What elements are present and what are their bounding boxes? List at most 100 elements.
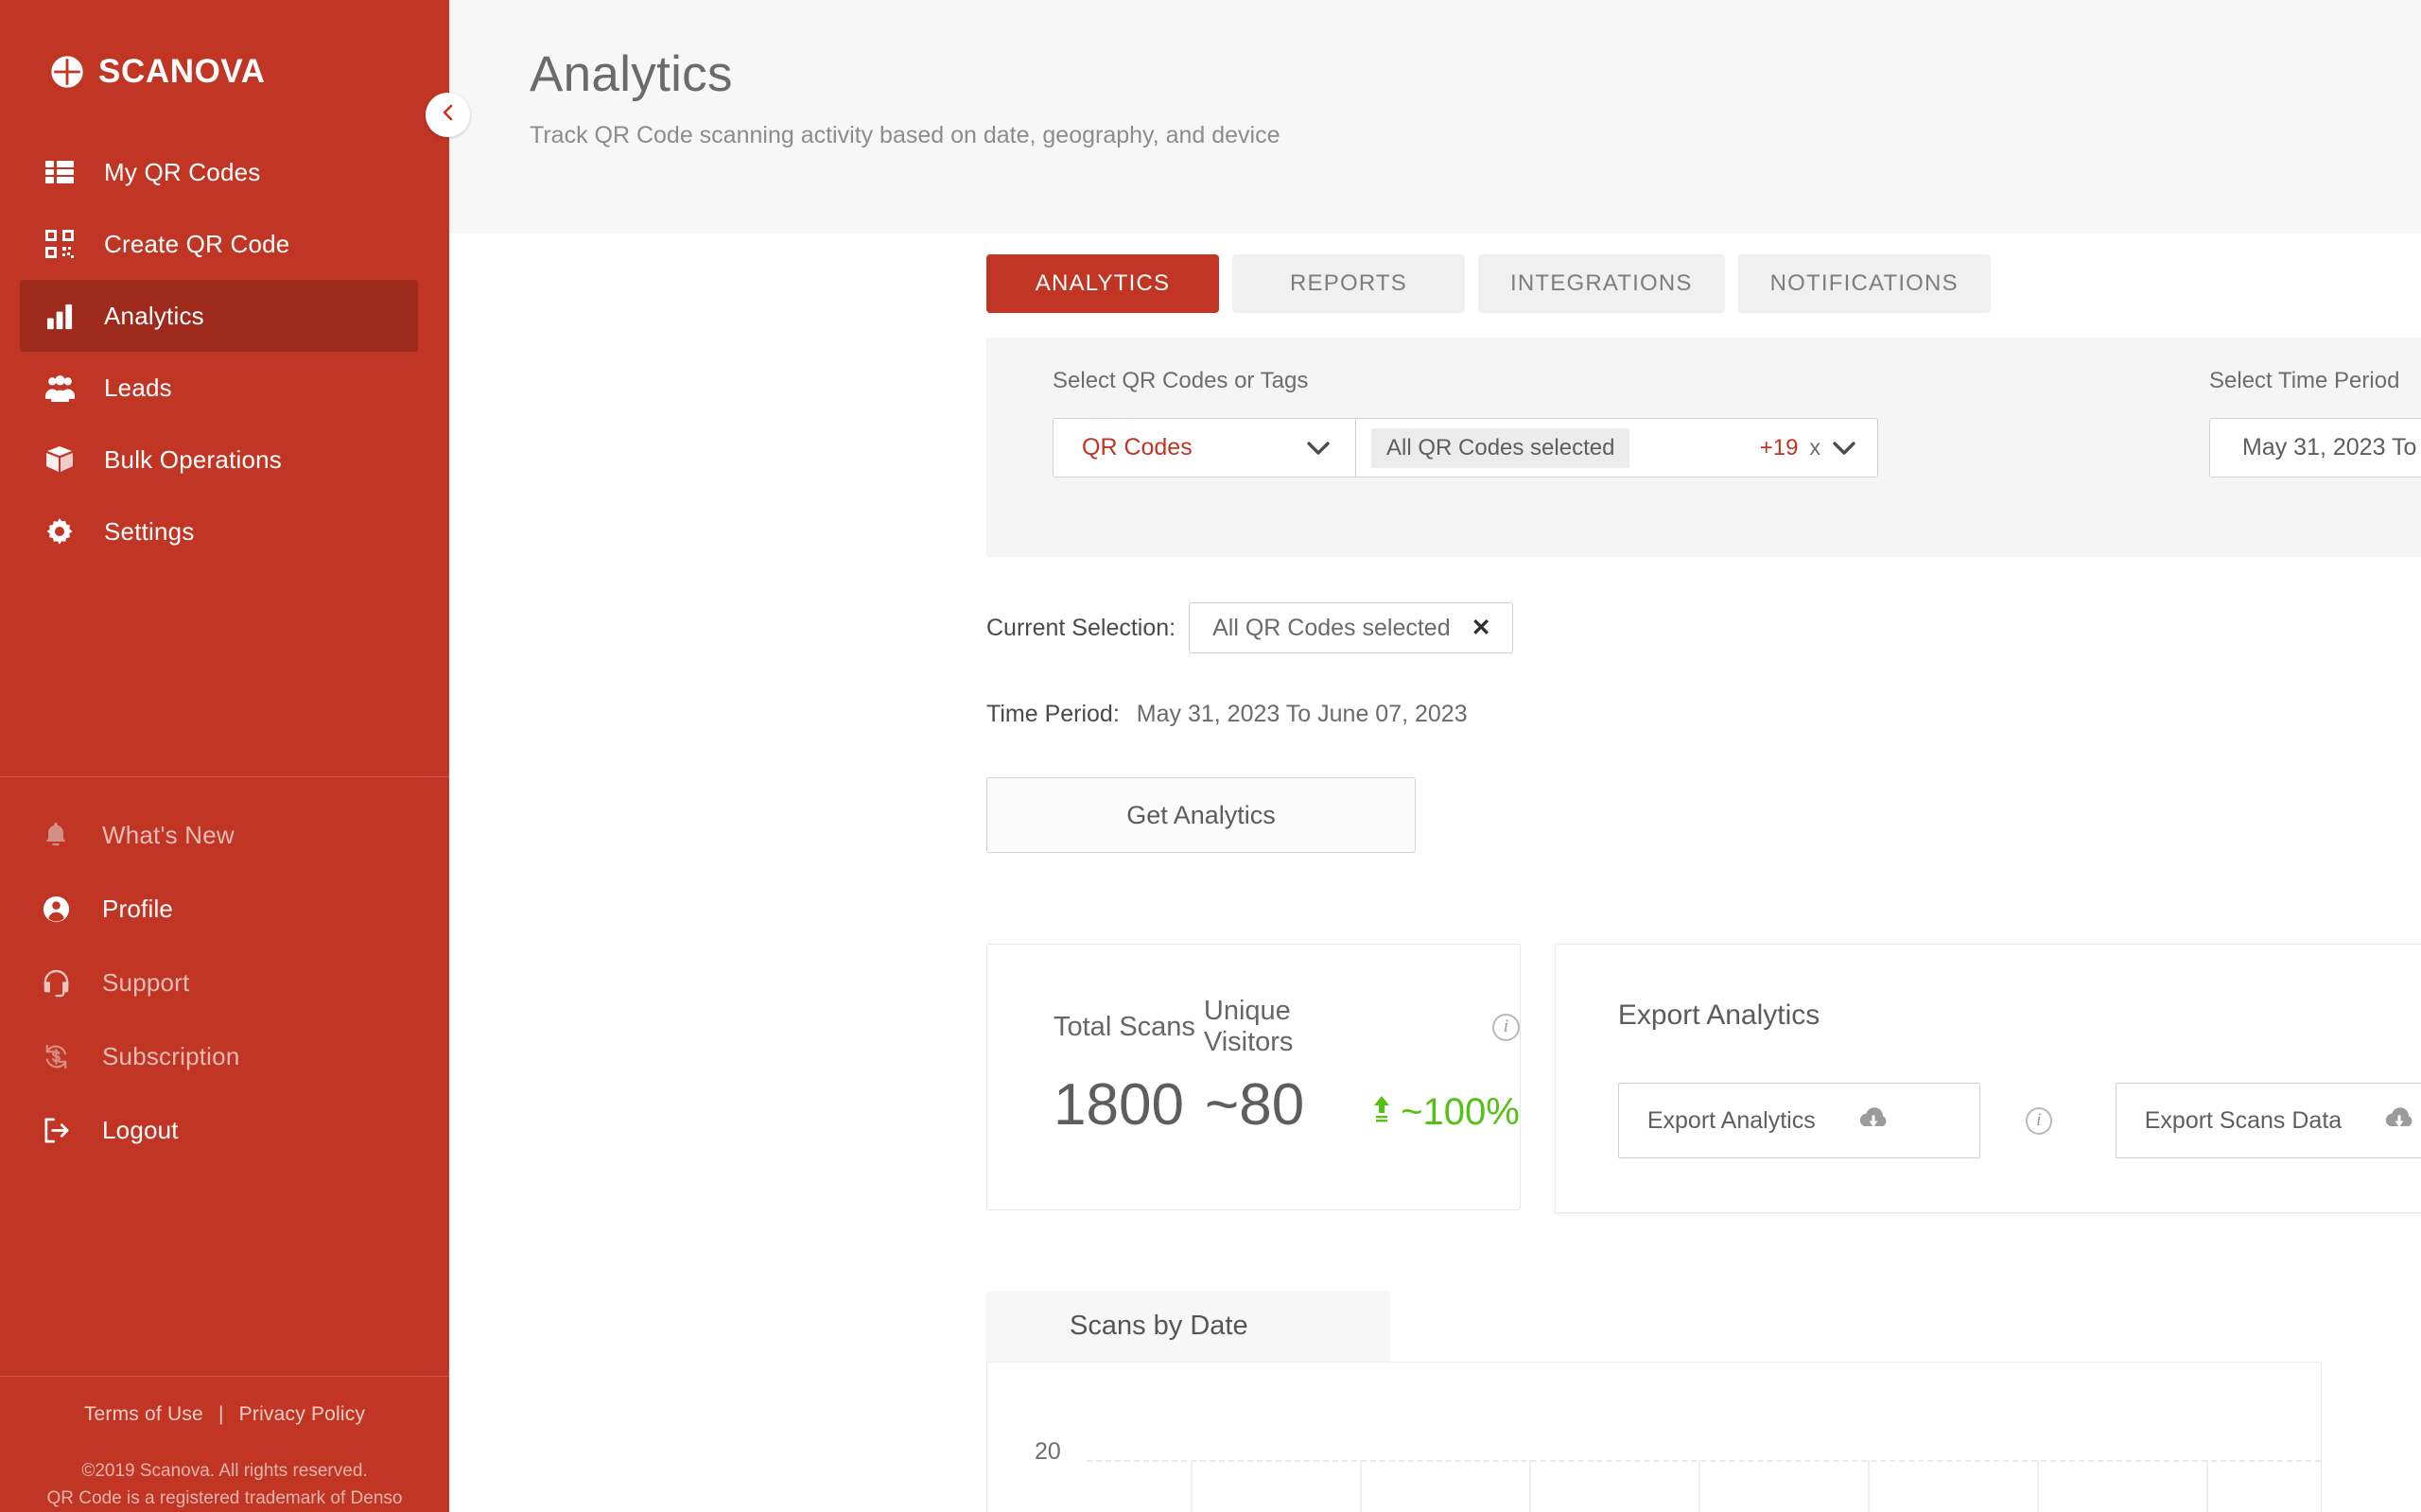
info-icon[interactable]: i [1492, 1013, 1520, 1041]
chevron-down-icon [1306, 441, 1331, 456]
chart-gridline-vertical [1698, 1460, 1700, 1512]
cloud-download-icon [2383, 1104, 2415, 1138]
brand-name: SCANOVA [98, 53, 266, 90]
scanova-target-icon [49, 54, 85, 90]
user-circle-icon [40, 893, 72, 925]
sidebar-item-logout[interactable]: Logout [0, 1093, 449, 1167]
trademark-line: QR Code is a registered trademark of Den… [46, 1487, 403, 1508]
footer-copyright: ©2019 Scanova. All rights reserved. QR C… [0, 1458, 449, 1512]
sidebar-item-label: My QR Codes [104, 157, 261, 186]
tab-reports[interactable]: REPORTS [1232, 254, 1465, 313]
privacy-policy-link[interactable]: Privacy Policy [239, 1403, 366, 1425]
scans-by-date-section: Scans by Date 20 [986, 1291, 2421, 1512]
sidebar-item-leads[interactable]: Leads [0, 352, 449, 424]
copyright-line: ©2019 Scanova. All rights reserved. [81, 1461, 368, 1481]
close-x-icon[interactable]: ✕ [1472, 614, 1491, 642]
tab-analytics[interactable]: ANALYTICS [986, 254, 1219, 313]
export-analytics-card: Export Analytics Export Analytics i Expo… [1554, 944, 2421, 1213]
page-header: Analytics Track QR Code scanning activit… [449, 0, 2421, 234]
chart-gridline-vertical [1191, 1460, 1193, 1512]
sidebar-item-label: Create QR Code [104, 229, 290, 258]
info-icon[interactable]: i [2025, 1106, 2053, 1135]
chevron-down-icon [1832, 441, 1856, 456]
chart-gridline-vertical [1868, 1460, 1870, 1512]
tab-notifications[interactable]: NOTIFICATIONS [1737, 254, 1991, 313]
sidebar-item-label: Subscription [102, 1041, 240, 1070]
sidebar-item-label: Bulk Operations [104, 444, 282, 474]
growth-indicator: ~100% [1372, 1091, 1520, 1134]
time-period-dropdown[interactable]: May 31, 2023 To June 07, 2023 [2209, 418, 2421, 478]
sidebar-item-subscription[interactable]: Subscription [0, 1019, 449, 1093]
sidebar-item-label: Support [102, 967, 190, 997]
page-subtitle: Track QR Code scanning activity based on… [530, 122, 1280, 148]
chevron-left-icon [437, 101, 460, 129]
gear-icon [44, 515, 76, 547]
export-buttons-row: Export Analytics i Export Scans Data [1617, 1083, 2421, 1158]
sidebar-item-label: Logout [102, 1115, 179, 1144]
chart-gridline-vertical [1360, 1460, 1362, 1512]
tab-bar: ANALYTICS REPORTS INTEGRATIONS NOTIFICAT… [449, 234, 2421, 313]
growth-value: ~100% [1401, 1091, 1520, 1133]
sidebar: SCANOVA My QR Codes Create QR Code Analy… [0, 0, 470, 1512]
footer-separator: | [218, 1403, 224, 1425]
qr-clear-icon[interactable]: x [1810, 435, 1821, 461]
headset-icon [40, 966, 72, 999]
terms-of-use-link[interactable]: Terms of Use [84, 1403, 203, 1425]
export-card-title: Export Analytics [1617, 999, 1820, 1031]
bar-chart-icon [44, 300, 76, 332]
total-scans-label: Total Scans [1054, 1011, 1195, 1042]
unique-visitors-value: ~80 [1205, 1072, 1305, 1138]
qr-extra-count: +19 [1759, 434, 1799, 461]
sidebar-primary-nav: My QR Codes Create QR Code Analytics Lea… [0, 136, 449, 567]
total-scans-value: 1800 [1054, 1072, 1184, 1138]
qr-filter-label: Select QR Codes or Tags [1053, 368, 1309, 393]
time-filter-label: Select Time Period [2209, 368, 2400, 393]
get-analytics-button[interactable]: Get Analytics [986, 777, 1416, 853]
qr-selection-dropdown[interactable]: All QR Codes selected +19 x [1356, 419, 1877, 477]
sidebar-item-settings[interactable]: Settings [0, 495, 449, 567]
arrow-up-icon [1372, 1096, 1391, 1129]
export-scans-data-button[interactable]: Export Scans Data [2115, 1083, 2421, 1158]
sidebar-spacer-bottom [0, 1167, 449, 1376]
brand-logo[interactable]: SCANOVA [0, 0, 449, 102]
chart-tab-scans-by-date[interactable]: Scans by Date [986, 1291, 1390, 1362]
export-analytics-button[interactable]: Export Analytics [1617, 1083, 1981, 1158]
box-icon [44, 443, 76, 476]
export-scans-data-label: Export Scans Data [2144, 1106, 2343, 1134]
bell-icon [40, 819, 72, 851]
cards-row: Total Scans Unique Visitors i 1800 ~80 ~… [986, 944, 2421, 1213]
sidebar-item-support[interactable]: Support [0, 946, 449, 1019]
stats-values: 1800 ~80 ~100% [987, 1071, 1520, 1138]
sidebar-item-profile[interactable]: Profile [0, 872, 449, 946]
time-filter-group: Select Time Period May 31, 2023 To June … [1878, 368, 2421, 557]
sidebar-item-analytics[interactable]: Analytics [20, 280, 418, 352]
stats-card: Total Scans Unique Visitors i 1800 ~80 ~… [986, 944, 1521, 1210]
page-title: Analytics [530, 46, 733, 102]
qr-selected-chip: All QR Codes selected [1371, 427, 1630, 468]
sidebar-item-my-qr-codes[interactable]: My QR Codes [0, 136, 449, 208]
time-period-text: May 31, 2023 To June 07, 2023 [1136, 701, 1468, 727]
main-content: Analytics Track QR Code scanning activit… [449, 0, 2421, 1512]
chart-gridline-vertical [2037, 1460, 2039, 1512]
footer-links: Terms of Use | Privacy Policy [0, 1403, 449, 1426]
current-selection-value: All QR Codes selected [1212, 614, 1451, 641]
sidebar-item-create-qr-code[interactable]: Create QR Code [0, 208, 449, 280]
qr-select-row: QR Codes All QR Codes selected +19 x [1053, 418, 1878, 478]
sidebar-item-bulk-operations[interactable]: Bulk Operations [0, 424, 449, 495]
current-selection-row: Current Selection: All QR Codes selected… [986, 602, 2421, 653]
current-selection-chip: All QR Codes selected ✕ [1189, 602, 1513, 653]
chart-ytick-label: 20 [1035, 1438, 1061, 1465]
chart-gridline-vertical [2206, 1460, 2208, 1512]
sidebar-item-whats-new[interactable]: What's New [0, 798, 449, 872]
sidebar-footer: Terms of Use | Privacy Policy ©2019 Scan… [0, 1377, 449, 1512]
sidebar-item-label: Profile [102, 894, 174, 923]
stats-headers: Total Scans Unique Visitors i [987, 996, 1520, 1058]
sidebar-collapse-button[interactable] [426, 93, 470, 137]
logout-icon [40, 1114, 72, 1146]
qr-type-dropdown[interactable]: QR Codes [1054, 419, 1356, 477]
sidebar-secondary-nav: What's New Profile Support Subscription … [0, 777, 449, 1167]
tab-integrations[interactable]: INTEGRATIONS [1478, 254, 1725, 313]
current-selection-label: Current Selection: [986, 614, 1176, 641]
sidebar-item-label: Settings [104, 516, 195, 546]
